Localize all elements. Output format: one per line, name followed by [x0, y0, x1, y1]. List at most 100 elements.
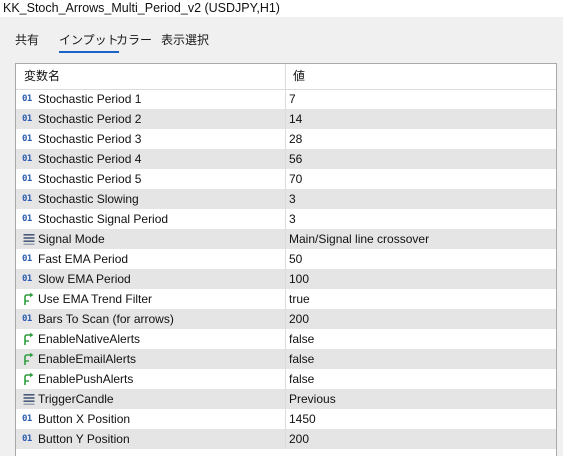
tab-visualization[interactable]: 表示選択	[161, 33, 209, 47]
variable-name-cell[interactable]: 01 Button X Position	[16, 409, 285, 429]
table-row[interactable]: EnableEmailAlerts false	[16, 349, 556, 369]
variable-value[interactable]: 56	[289, 149, 302, 169]
table-row[interactable]: 01 Stochastic Period 2 14	[16, 109, 556, 129]
variable-value[interactable]: 200	[289, 429, 309, 449]
variable-value[interactable]: 14	[289, 109, 302, 129]
table-row[interactable]: 01 Stochastic Period 1 7	[16, 89, 556, 109]
column-header-value[interactable]: 値	[293, 64, 305, 89]
variable-name-cell[interactable]: 01 Stochastic Period 5	[16, 169, 285, 189]
value-cell[interactable]: false	[286, 329, 556, 349]
variable-name: EnableNativeAlerts	[38, 332, 141, 346]
tab-shared[interactable]: 共有	[15, 33, 39, 47]
integer-icon: 01	[22, 134, 32, 144]
variable-name: EnableEmailAlerts	[38, 352, 137, 366]
value-cell[interactable]: 7	[286, 89, 556, 109]
variable-value[interactable]: 3	[289, 189, 296, 209]
table-row[interactable]: 01 Slow EMA Period 100	[16, 269, 556, 289]
variable-name: Stochastic Period 4	[38, 152, 142, 166]
table-row[interactable]: EnableNativeAlerts false	[16, 329, 556, 349]
variable-name: Button Y Position	[38, 432, 130, 446]
variable-name: TriggerCandle	[38, 392, 114, 406]
table-row[interactable]: 01 Stochastic Period 5 70	[16, 169, 556, 189]
variable-name-cell[interactable]: Use EMA Trend Filter	[16, 289, 285, 309]
value-cell[interactable]: 50	[286, 249, 556, 269]
table-row[interactable]: EnablePushAlerts false	[16, 369, 556, 389]
column-separator[interactable]	[285, 64, 286, 89]
column-header-variable[interactable]: 変数名	[24, 64, 60, 89]
value-cell[interactable]: Main/Signal line crossover	[286, 229, 556, 249]
variable-name-cell[interactable]: EnablePushAlerts	[16, 369, 285, 389]
variable-name-cell[interactable]: 01 Stochastic Period 2	[16, 109, 285, 129]
variable-name-cell[interactable]: 01 Bars To Scan (for arrows)	[16, 309, 285, 329]
integer-icon: 01	[22, 214, 32, 224]
variable-name-cell[interactable]: 01 Fast EMA Period	[16, 249, 285, 269]
variable-name-cell[interactable]: Signal Mode	[16, 229, 285, 249]
variable-value[interactable]: false	[289, 329, 314, 349]
tab-bar: 共有 インプット カラー 表示選択	[0, 17, 563, 53]
value-cell[interactable]: false	[286, 369, 556, 389]
value-cell[interactable]: Previous	[286, 389, 556, 409]
table-row[interactable]: 01 Stochastic Slowing 3	[16, 189, 556, 209]
table-row[interactable]: 01 Button X Position 1450	[16, 409, 556, 429]
table-row[interactable]: TriggerCandle Previous	[16, 389, 556, 409]
value-cell[interactable]: 200	[286, 429, 556, 449]
table-row[interactable]: 01 Stochastic Period 3 28	[16, 129, 556, 149]
table-row[interactable]: 01 Bars To Scan (for arrows) 200	[16, 309, 556, 329]
table-row[interactable]: 01 Fast EMA Period 50	[16, 249, 556, 269]
value-cell[interactable]: 70	[286, 169, 556, 189]
value-cell[interactable]: 14	[286, 109, 556, 129]
variable-name: Slow EMA Period	[38, 272, 131, 286]
variable-value[interactable]: false	[289, 369, 314, 389]
table-row[interactable]: Use EMA Trend Filter true	[16, 289, 556, 309]
variable-value[interactable]: 28	[289, 129, 302, 149]
variable-value[interactable]: 100	[289, 269, 309, 289]
enum-icon	[22, 392, 36, 406]
variable-name-cell[interactable]: 01 Stochastic Period 4	[16, 149, 285, 169]
integer-icon: 01	[22, 114, 32, 124]
variable-name: Stochastic Slowing	[38, 192, 139, 206]
variable-name-cell[interactable]: 01 Button Y Position	[16, 429, 285, 449]
value-cell[interactable]: 3	[286, 189, 556, 209]
value-cell[interactable]: 3	[286, 209, 556, 229]
table-row[interactable]: 01 Button Y Position 200	[16, 429, 556, 449]
variable-value[interactable]: 200	[289, 309, 309, 329]
variable-name-cell[interactable]: EnableNativeAlerts	[16, 329, 285, 349]
variable-name-cell[interactable]: EnableEmailAlerts	[16, 349, 285, 369]
variable-name: Stochastic Period 3	[38, 132, 142, 146]
tab-inputs[interactable]: インプット	[59, 33, 119, 53]
variable-value[interactable]: 50	[289, 249, 302, 269]
integer-icon: 01	[22, 94, 32, 104]
value-cell[interactable]: 100	[286, 269, 556, 289]
integer-icon: 01	[22, 434, 32, 444]
table-row[interactable]: Signal Mode Main/Signal line crossover	[16, 229, 556, 249]
value-cell[interactable]: false	[286, 349, 556, 369]
variable-value[interactable]: Previous	[289, 389, 336, 409]
variable-name-cell[interactable]: 01 Stochastic Slowing	[16, 189, 285, 209]
variable-name: Stochastic Period 5	[38, 172, 142, 186]
value-cell[interactable]: 1450	[286, 409, 556, 429]
variable-value[interactable]: Main/Signal line crossover	[289, 229, 429, 249]
variable-name-cell[interactable]: 01 Stochastic Period 3	[16, 129, 285, 149]
variable-name-cell[interactable]: 01 Stochastic Signal Period	[16, 209, 285, 229]
variable-value[interactable]: true	[289, 289, 310, 309]
variable-value[interactable]: false	[289, 349, 314, 369]
variable-name: Bars To Scan (for arrows)	[38, 312, 174, 326]
value-cell[interactable]: 28	[286, 129, 556, 149]
tab-colors[interactable]: カラー	[116, 33, 152, 47]
integer-icon: 01	[22, 314, 32, 324]
variable-value[interactable]: 7	[289, 89, 296, 109]
value-cell[interactable]: true	[286, 289, 556, 309]
variable-name-cell[interactable]: 01 Stochastic Period 1	[16, 89, 285, 109]
table-header: 変数名 値	[16, 64, 556, 90]
variable-value[interactable]: 1450	[289, 409, 316, 429]
variable-name-cell[interactable]: TriggerCandle	[16, 389, 285, 409]
variable-value[interactable]: 70	[289, 169, 302, 189]
variable-value[interactable]: 3	[289, 209, 296, 229]
value-cell[interactable]: 200	[286, 309, 556, 329]
integer-icon: 01	[22, 174, 32, 184]
table-row[interactable]: 01 Stochastic Period 4 56	[16, 149, 556, 169]
value-cell[interactable]: 56	[286, 149, 556, 169]
variable-name-cell[interactable]: 01 Slow EMA Period	[16, 269, 285, 289]
integer-icon: 01	[22, 414, 32, 424]
table-row[interactable]: 01 Stochastic Signal Period 3	[16, 209, 556, 229]
